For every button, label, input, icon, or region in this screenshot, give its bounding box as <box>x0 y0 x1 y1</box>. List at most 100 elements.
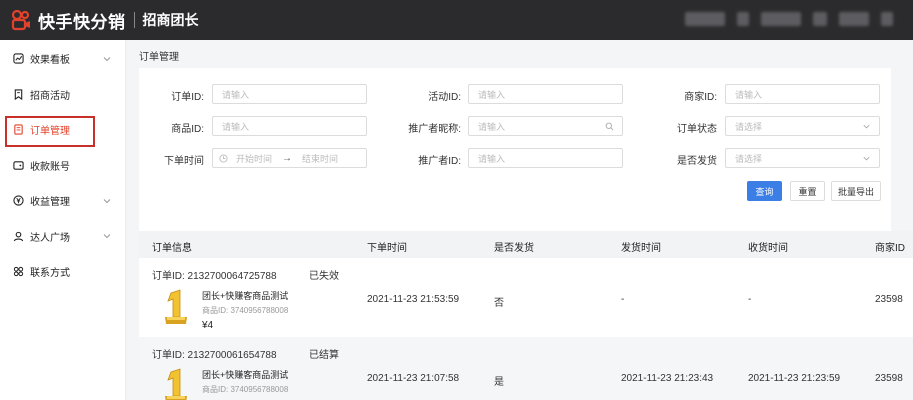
clock-icon <box>219 153 228 163</box>
redacted-block <box>813 12 827 26</box>
sidebar-item-influencer-square[interactable]: 达人广场 <box>0 219 125 255</box>
product-name[interactable]: 团长+快赚客商品测试 <box>202 368 288 381</box>
sidebar-item-label: 收款账号 <box>30 161 70 173</box>
activity-id-label: 活动ID: <box>428 92 461 103</box>
start-time-placeholder[interactable]: 开始时间 <box>236 152 272 165</box>
column-header: 发货时间 <box>621 243 661 254</box>
sidebar-item-income-management[interactable]: 收益管理 <box>0 183 125 219</box>
end-time-placeholder[interactable]: 结束时间 <box>302 152 338 165</box>
redacted-block <box>839 12 869 26</box>
filter-panel: 订单ID: 请输入 活动ID: 请输入 商家ID: 请输入 商品ID: 请输入 … <box>139 68 891 254</box>
product-id-input[interactable]: 请输入 <box>212 116 367 136</box>
promoter-id-input[interactable]: 请输入 <box>468 148 623 168</box>
reset-button[interactable]: 重置 <box>790 181 825 201</box>
order-time: 2021-11-23 21:07:58 <box>367 373 460 384</box>
order-id: 订单ID: 2132700061654788 <box>152 350 277 361</box>
sidebar-item-contact[interactable]: 联系方式 <box>0 254 125 290</box>
sidebar-item-label: 招商活动 <box>30 90 70 102</box>
product-image[interactable] <box>159 287 193 327</box>
placeholder: 请输入 <box>478 153 506 164</box>
placeholder: 请选择 <box>735 121 763 132</box>
merchant-id: 23598 <box>875 373 903 384</box>
product-name[interactable]: 团长+快赚客商品测试 <box>202 289 288 302</box>
column-header: 收货时间 <box>748 243 788 254</box>
placeholder: 请输入 <box>222 89 250 100</box>
shipped-status: 否 <box>494 298 504 309</box>
sidebar-item-label: 效果看板 <box>30 55 70 67</box>
kuaishou-logo-icon <box>11 9 30 31</box>
top-bar: 快手快分销 招商团长 <box>0 0 913 40</box>
product-price: ¥4 <box>202 320 214 331</box>
kuaishou-logo[interactable]: 快手快分销 <box>10 8 126 33</box>
chevron-down-icon <box>103 234 111 239</box>
product-id: 商品ID: 3740956788008 <box>202 306 289 315</box>
chevron-down-icon <box>863 156 870 161</box>
user-info-area[interactable] <box>685 12 893 26</box>
placeholder: 请选择 <box>735 153 763 164</box>
ship-time: - <box>621 294 625 305</box>
table-row[interactable]: 订单ID: 2132700061654788 已结算 团长+快赚客商品测试 商品… <box>139 337 913 400</box>
user-avatar-redacted <box>685 12 725 26</box>
receive-time: 2021-11-23 21:23:59 <box>748 373 841 384</box>
column-header: 是否发货 <box>494 243 534 254</box>
sidebar-item-label: 订单管理 <box>30 126 70 138</box>
order-time: 2021-11-23 21:53:59 <box>367 294 460 305</box>
order-status: 已结算 <box>309 350 339 361</box>
placeholder: 请输入 <box>735 89 763 100</box>
shipped-label: 是否发货 <box>677 156 717 167</box>
product-id: 商品ID: 3740956788008 <box>202 385 289 394</box>
batch-export-button[interactable]: 批量导出 <box>831 181 881 201</box>
table-row[interactable]: 订单ID: 2132700064725788 已失效 团长+快赚客商品测试 商品… <box>139 258 913 337</box>
merchant-id-input[interactable]: 请输入 <box>725 84 880 104</box>
column-header: 订单信息 <box>152 243 192 254</box>
order-id: 订单ID: 2132700064725788 <box>152 271 277 282</box>
redacted-block <box>737 12 749 26</box>
shipped-select[interactable]: 请选择 <box>725 148 880 168</box>
order-id-input[interactable]: 请输入 <box>212 84 367 104</box>
merchant-id: 23598 <box>875 294 903 305</box>
sidebar-item-payment-account[interactable]: 收款账号 <box>0 148 125 184</box>
product-id-label: 商品ID: <box>171 124 204 135</box>
column-header: 商家ID <box>875 243 905 254</box>
brand-subtitle: 招商团长 <box>142 12 199 28</box>
order-status: 已失效 <box>309 271 339 282</box>
orders-table: 订单信息 下单时间 是否发货 发货时间 收货时间 商家ID 订单ID: 2132… <box>139 231 913 400</box>
placeholder: 请输入 <box>222 121 250 132</box>
order-icon <box>12 124 24 136</box>
sidebar-item-label: 收益管理 <box>30 197 70 209</box>
promoter-id-label: 推广者ID: <box>418 156 461 167</box>
redacted-block <box>881 12 893 26</box>
order-time-label: 下单时间 <box>164 156 204 167</box>
chevron-down-icon <box>103 56 111 61</box>
merchant-id-label: 商家ID: <box>684 92 717 103</box>
order-time-range-picker[interactable]: 开始时间 → 结束时间 <box>212 148 367 168</box>
brand-name: 快手快分销 <box>38 12 126 32</box>
activity-id-input[interactable]: 请输入 <box>468 84 623 104</box>
sidebar: 效果看板 招商活动 订单管理 收款账号 收益管理 达人广场 联系方式 <box>0 40 126 400</box>
sidebar-item-recruit-activity[interactable]: 招商活动 <box>0 77 125 113</box>
chart-icon <box>12 53 24 65</box>
chevron-down-icon <box>103 198 111 203</box>
redacted-block <box>761 12 801 26</box>
order-status-label: 订单状态 <box>677 124 717 135</box>
shipped-status: 是 <box>494 377 504 388</box>
query-button[interactable]: 查询 <box>747 181 782 201</box>
order-status-select[interactable]: 请选择 <box>725 116 880 136</box>
placeholder: 请输入 <box>478 89 506 100</box>
product-image[interactable] <box>159 366 193 400</box>
column-header: 下单时间 <box>367 243 407 254</box>
wallet-icon <box>12 159 24 171</box>
income-icon <box>12 195 24 207</box>
breadcrumb: 订单管理 <box>139 52 179 63</box>
sidebar-item-label: 联系方式 <box>30 268 70 280</box>
sidebar-item-dashboard[interactable]: 效果看板 <box>0 41 125 77</box>
brand-divider <box>133 12 135 28</box>
ship-time: 2021-11-23 21:23:43 <box>621 373 714 384</box>
search-icon[interactable] <box>605 122 614 131</box>
range-arrow-icon: → <box>282 152 293 164</box>
receive-time: - <box>748 294 752 305</box>
promoter-nick-input[interactable]: 请输入 <box>468 116 623 136</box>
user-icon <box>12 230 24 242</box>
grid-icon <box>12 266 24 278</box>
sidebar-item-order-management[interactable]: 订单管理 <box>0 112 125 148</box>
